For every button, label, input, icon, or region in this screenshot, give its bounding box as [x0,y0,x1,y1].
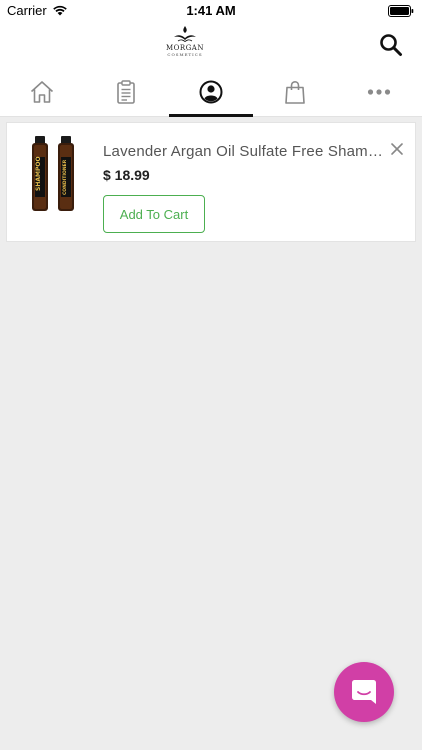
chat-icon [352,680,376,704]
tab-cart[interactable] [253,68,337,116]
logo-text: MORGAN [166,44,204,52]
product-name[interactable]: Lavender Argan Oil Sulfate Free Shampoo … [103,143,385,160]
tab-home[interactable] [0,68,84,116]
battery-icon [388,5,414,17]
conditioner-label: CONDITIONER [62,159,68,195]
wishlist-item-card: SHAMPOO CONDITIONER Lavender Argan Oil S… [6,122,416,242]
chat-button[interactable] [334,662,394,722]
home-icon [30,81,54,103]
shopping-bag-icon [285,80,305,104]
profile-icon [199,80,223,104]
close-icon[interactable] [389,141,405,157]
product-image[interactable]: SHAMPOO CONDITIONER [27,133,85,213]
tab-more[interactable] [337,68,421,116]
add-to-cart-button[interactable]: Add To Cart [103,195,205,233]
clipboard-icon [117,80,135,104]
logo-emblem [174,26,196,42]
status-time: 1:41 AM [186,3,236,18]
logo-subtext: COSMETICS [167,52,203,57]
tab-profile[interactable] [169,68,253,117]
app-header: MORGAN COSMETICS [0,22,422,68]
status-bar: Carrier 1:41 AM [0,0,422,22]
search-icon[interactable] [378,32,404,58]
shampoo-label: SHAMPOO [35,156,42,191]
brand-logo[interactable]: MORGAN COSMETICS [160,25,210,59]
tab-bar [0,68,422,117]
product-price: $ 18.99 [103,167,150,183]
more-icon [367,89,391,95]
tab-orders[interactable] [84,68,168,116]
